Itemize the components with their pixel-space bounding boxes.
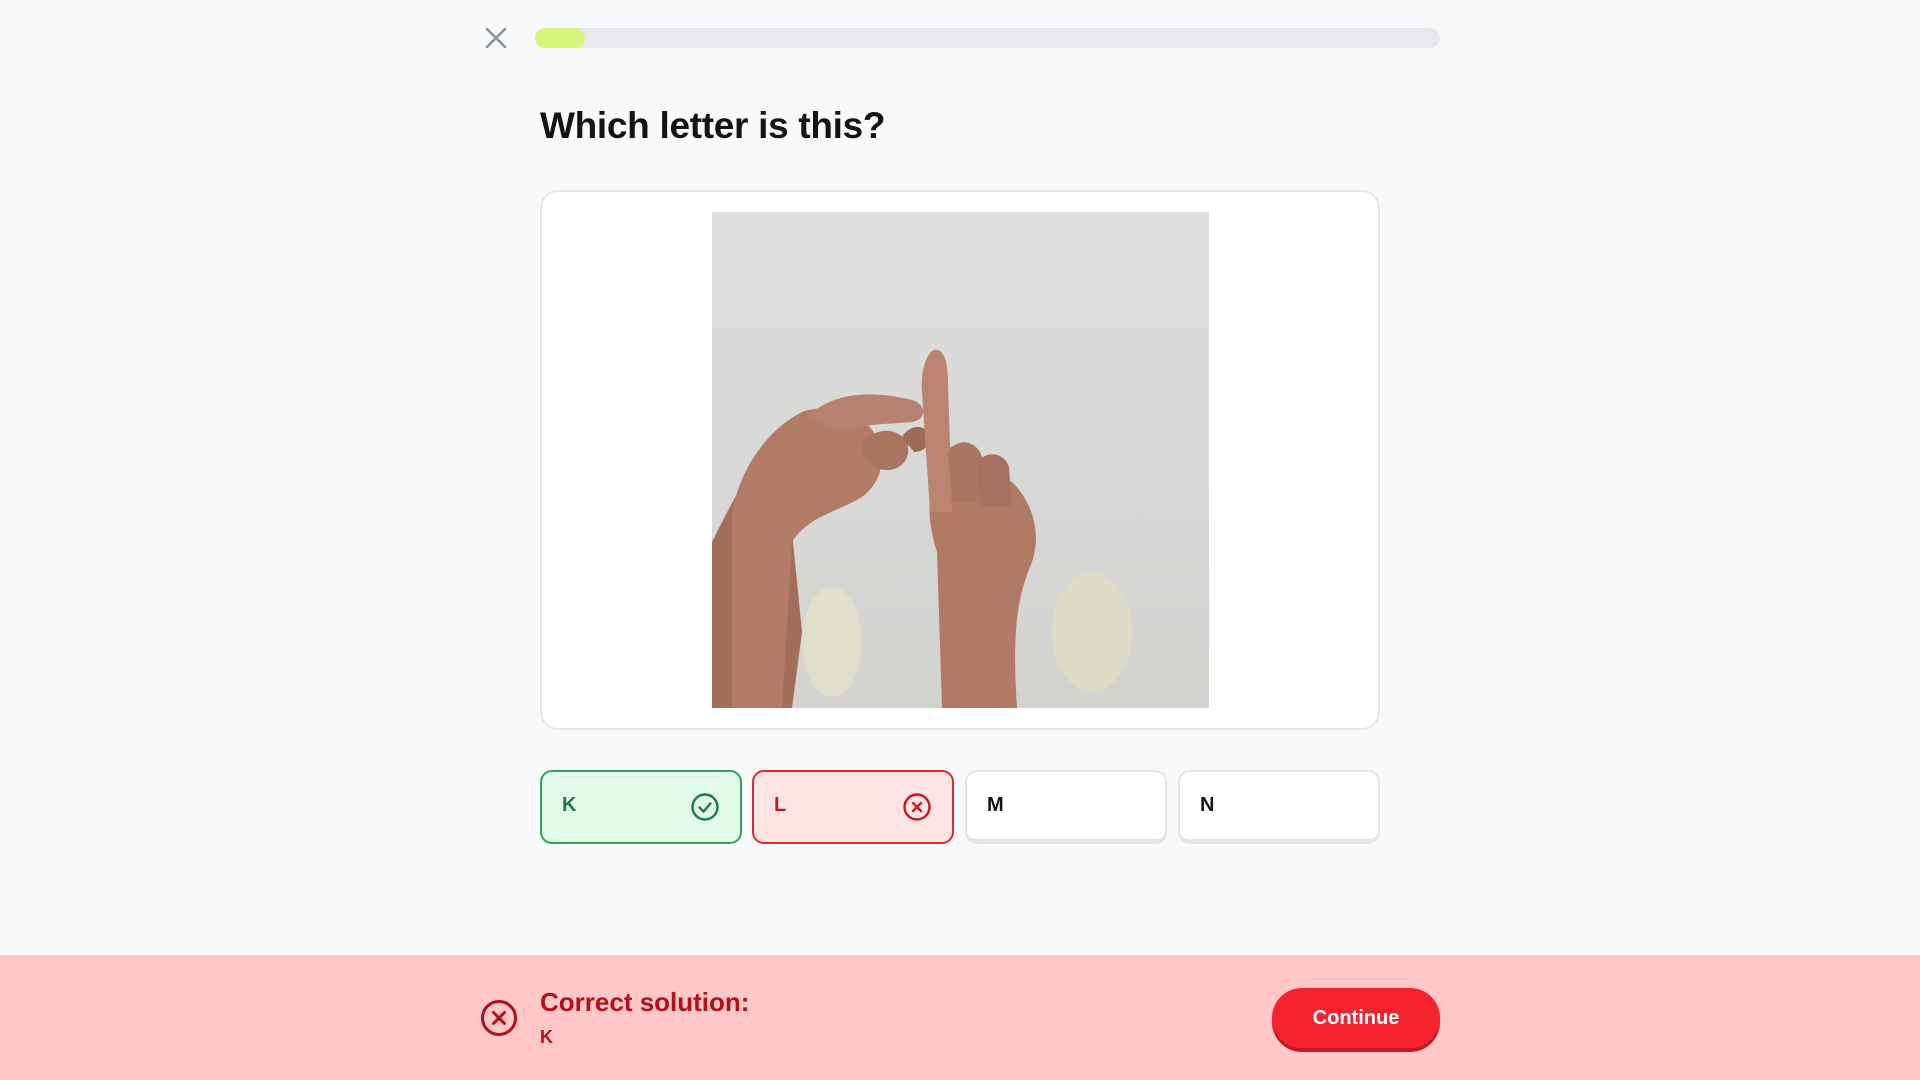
x-circle-icon <box>481 1000 517 1036</box>
x-circle-icon <box>903 793 931 821</box>
close-button[interactable] <box>480 22 512 54</box>
option-letter: N <box>1200 794 1215 816</box>
option-letter: L <box>774 794 787 816</box>
feedback-title: Correct solution: <box>540 987 750 1017</box>
option-m[interactable]: M <box>965 770 1167 844</box>
feedback-banner: Correct solution: K Continue <box>0 955 1920 1080</box>
lesson-page: Which letter is this? K L M N Correct so… <box>0 0 1920 1080</box>
option-l[interactable]: L <box>752 770 954 844</box>
check-circle-icon <box>691 793 719 821</box>
option-n[interactable]: N <box>1178 770 1380 844</box>
option-letter: M <box>987 794 1004 816</box>
correct-answer: K <box>540 1027 553 1047</box>
top-bar <box>480 22 1440 54</box>
option-letter: K <box>562 794 577 816</box>
close-icon <box>485 27 507 49</box>
option-k[interactable]: K <box>540 770 742 844</box>
answer-options: K L M N <box>540 770 1380 844</box>
progress-bar <box>535 28 1440 48</box>
image-card <box>540 190 1380 730</box>
progress-fill <box>535 28 585 48</box>
question-title: Which letter is this? <box>540 105 886 146</box>
continue-button[interactable]: Continue <box>1272 988 1440 1048</box>
hand-sign-image <box>712 212 1209 708</box>
